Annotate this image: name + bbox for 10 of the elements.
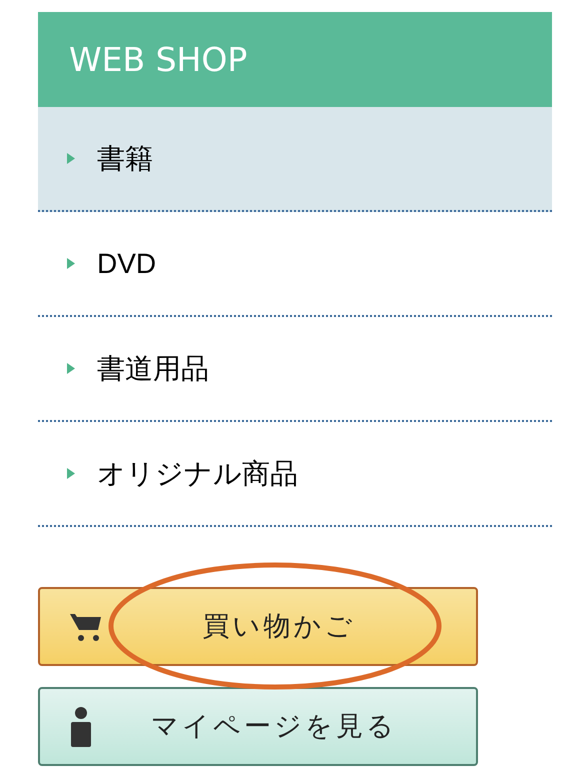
triangle-icon: [67, 153, 75, 164]
cart-button[interactable]: 買い物かご: [38, 587, 478, 666]
shop-title: WEB SHOP: [69, 38, 248, 81]
triangle-icon: [67, 363, 75, 374]
triangle-icon: [67, 258, 75, 269]
menu-item[interactable]: 書籍: [38, 107, 552, 212]
mypage-button[interactable]: マイページを見る: [38, 687, 478, 766]
triangle-icon: [67, 468, 75, 479]
person-icon: [70, 706, 92, 746]
cart-icon: [70, 612, 102, 642]
